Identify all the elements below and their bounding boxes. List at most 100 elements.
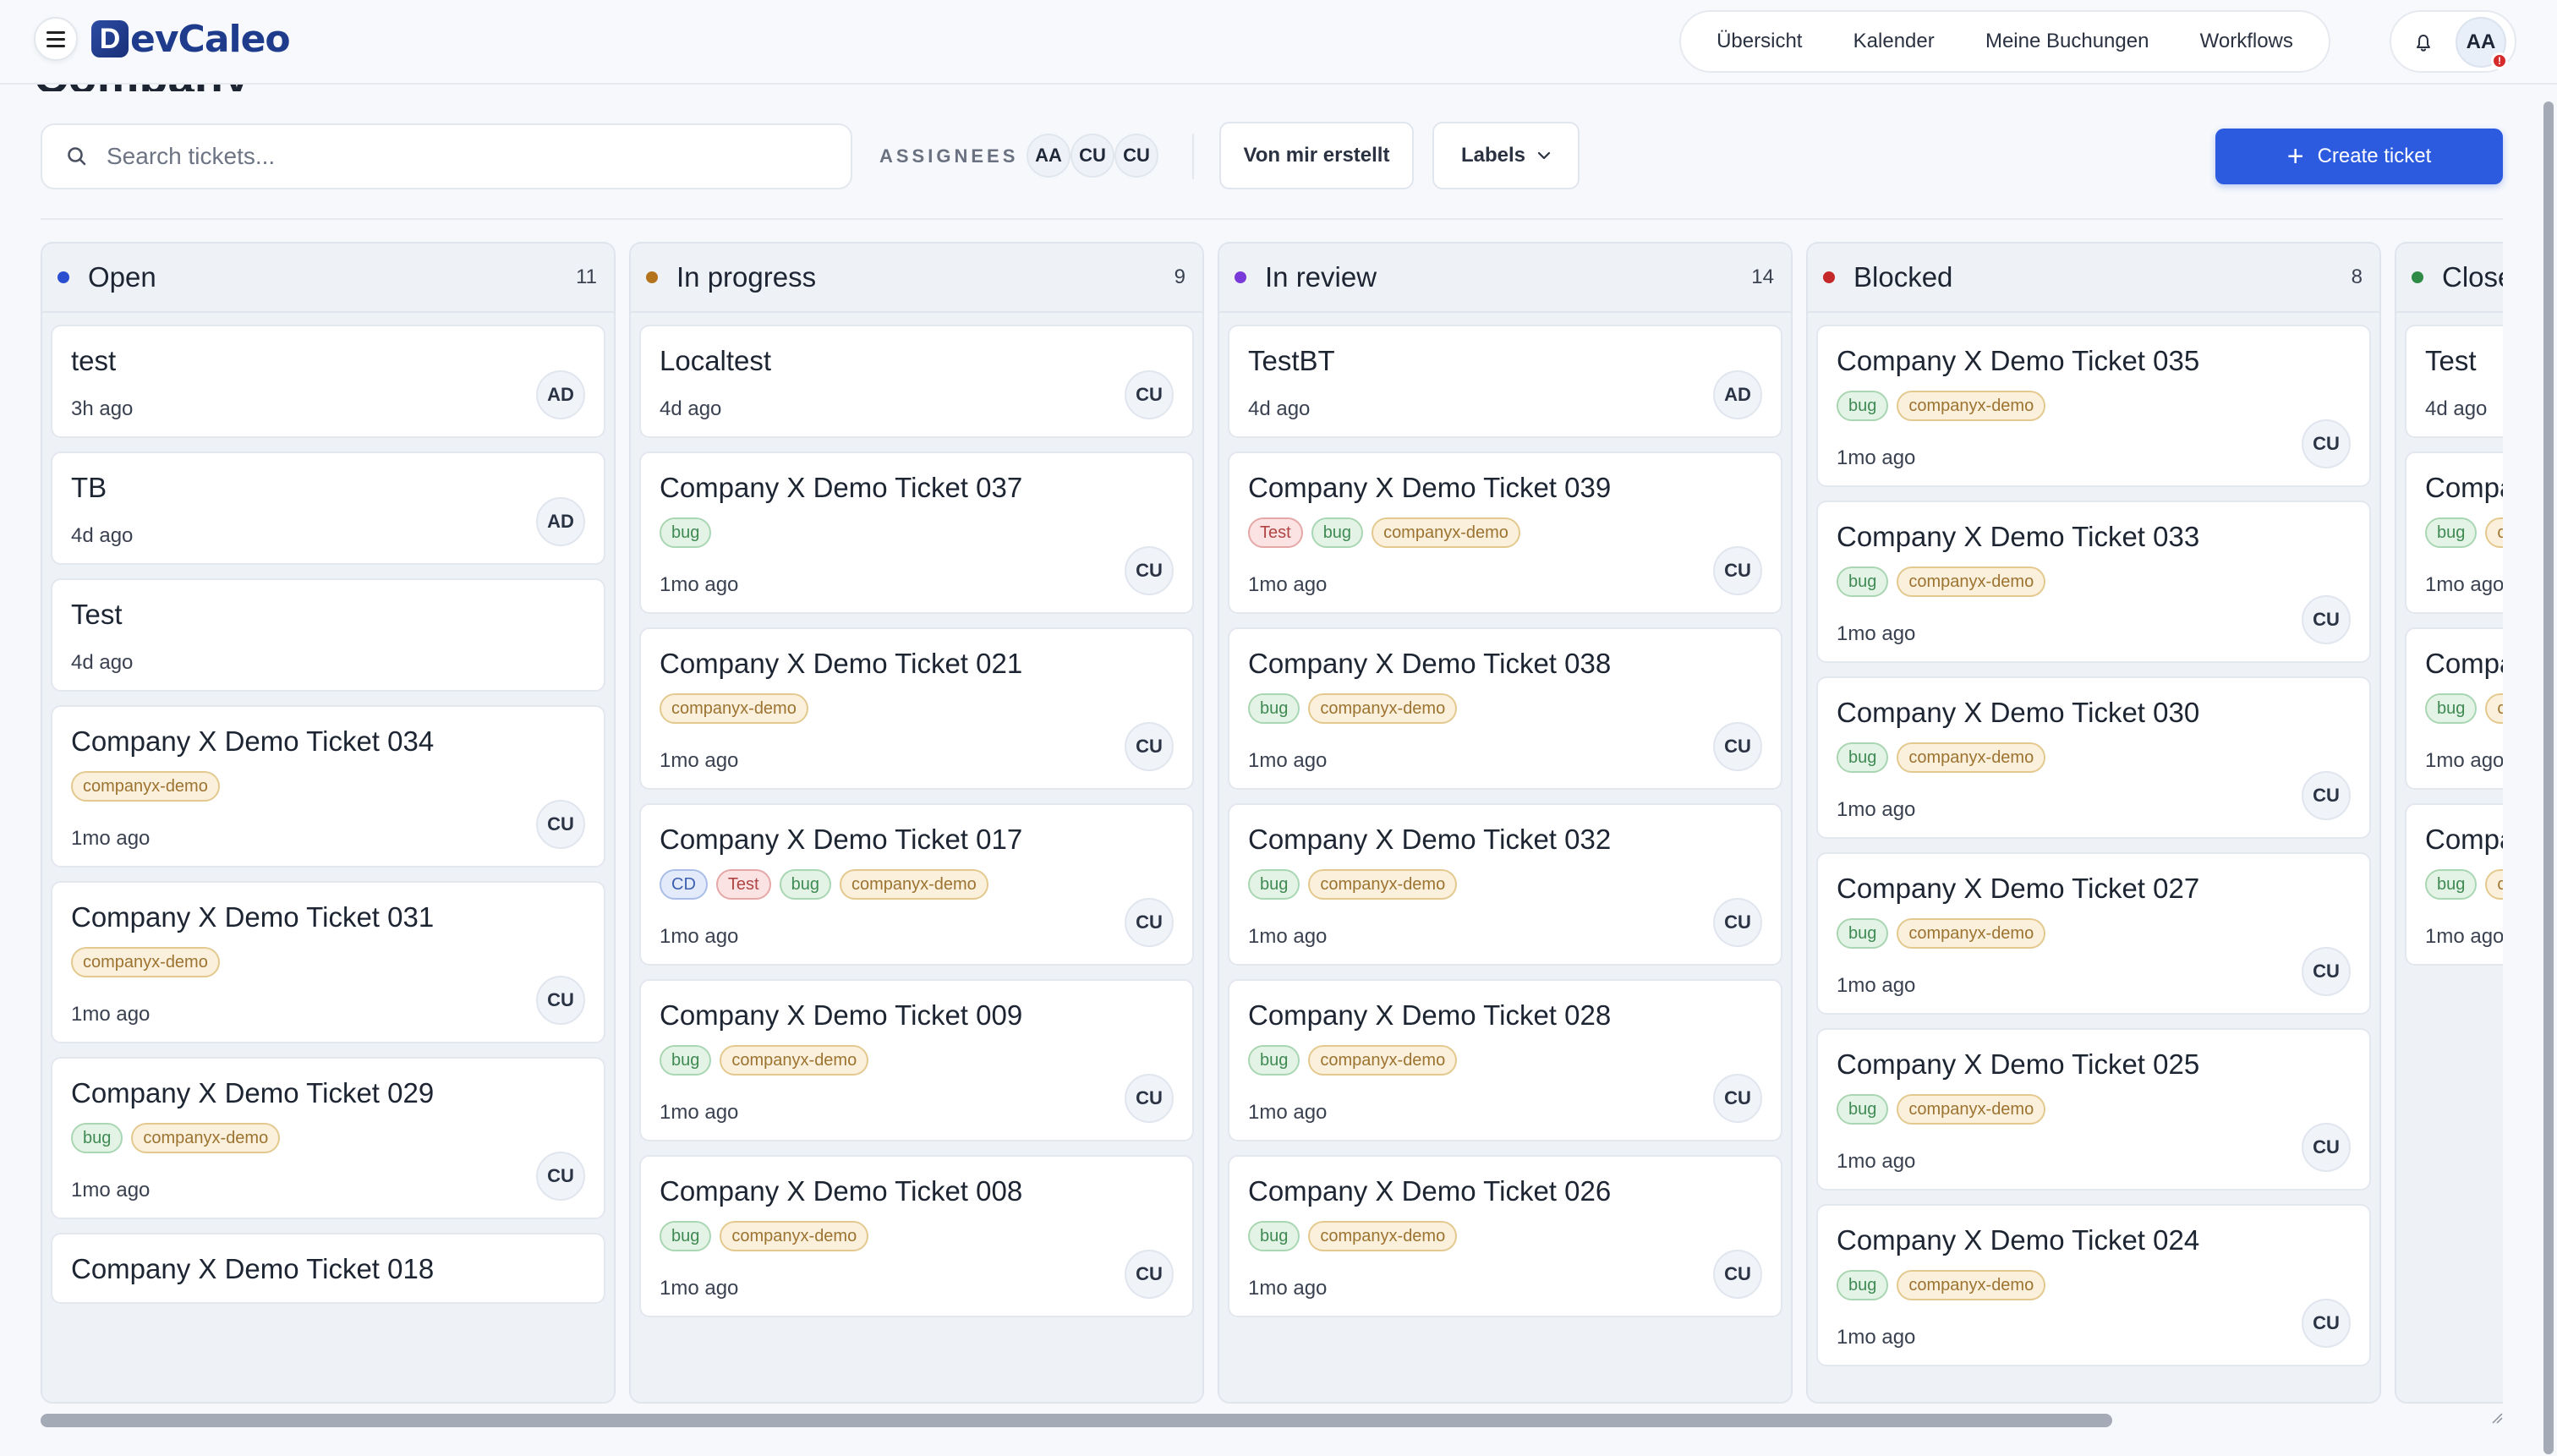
ticket-card[interactable]: Company X Demo Ticket bug companyx-demo 1mo… — [2405, 627, 2503, 790]
nav-item-workflows[interactable]: Workflows — [2187, 21, 2307, 62]
ticket-title: TB — [71, 472, 107, 503]
ticket-time: 1mo ago — [1248, 1101, 1328, 1124]
ticket-card[interactable]: Company X Demo Ticket 018 — [51, 1233, 605, 1304]
ticket-card[interactable]: Company X Demo Ticket 035 bug companyx-dem… — [1816, 325, 2371, 487]
assignee-avatar[interactable]: CU — [536, 1152, 585, 1201]
assignee-avatar[interactable]: CU — [1713, 1250, 1762, 1299]
ticket-time: 1mo ago — [1248, 925, 1328, 948]
assignee-avatar[interactable]: AD — [536, 370, 585, 419]
ticket-title: Company X Demo Ticket 017 — [660, 824, 1023, 855]
ticket-card[interactable]: Company X Demo Ticket 021 companyx-demo 1m… — [639, 627, 1194, 790]
nav-item-meine-buchungen[interactable]: Meine Buchungen — [1972, 21, 2162, 62]
ticket-card[interactable]: Company X Demo Ticket 031 companyx-demo 1m… — [51, 881, 605, 1043]
resize-grip-icon[interactable] — [2489, 1410, 2503, 1424]
ticket-card[interactable]: Company X Demo Ticket 033 bug companyx-dem… — [1816, 501, 2371, 663]
ticket-card[interactable]: Company X Demo Ticket 009 bug companyx-dem… — [639, 979, 1194, 1141]
search-input[interactable] — [107, 143, 800, 170]
assignees-label: ASSIGNEES — [879, 145, 1019, 167]
create-ticket-label: Create ticket — [2317, 145, 2432, 167]
ticket-card[interactable]: Company X Demo Ticket 039 Test bug companyx… — [1228, 452, 1782, 614]
create-ticket-button[interactable]: + Create ticket — [2215, 129, 2503, 184]
ticket-title: Company X Demo Ticket — [2425, 648, 2503, 679]
assignee-avatar[interactable]: CU — [1125, 546, 1174, 595]
assignee-avatar[interactable]: CU — [536, 976, 585, 1025]
label-tag: bug — [1248, 693, 1300, 724]
ticket-card[interactable]: Company X Demo Ticket 017 CD Test bug compan… — [639, 803, 1194, 966]
assignee-filter-cu[interactable]: CU — [1070, 134, 1114, 178]
ticket-title: Company X Demo Ticket 035 — [1837, 345, 2200, 376]
assignee-avatar[interactable]: CU — [2302, 595, 2351, 644]
ticket-title: Company X Demo Ticket 009 — [660, 999, 1023, 1031]
ticket-card[interactable]: Company X Demo Ticket 024 bug companyx-dem… — [1816, 1204, 2371, 1366]
column-body: Localtest 4d ago CU Company X Demo Ticket 0… — [631, 313, 1202, 1317]
ticket-time: 1mo ago — [660, 925, 739, 948]
status-dot-icon — [646, 271, 658, 283]
assignee-avatar[interactable]: CU — [1125, 898, 1174, 947]
ticket-time: 1mo ago — [2425, 749, 2503, 772]
assignee-avatar[interactable]: CU — [2302, 1123, 2351, 1172]
ticket-time: 1mo ago — [660, 1277, 739, 1300]
ticket-labels: CD Test bug companyx-demo — [660, 869, 1174, 900]
assignee-avatar[interactable]: CU — [1125, 1250, 1174, 1299]
ticket-card[interactable]: test 3h ago AD — [51, 325, 605, 438]
ticket-card[interactable]: Company X Demo Ticket 028 bug companyx-dem… — [1228, 979, 1782, 1141]
assignee-avatar[interactable]: AD — [1713, 370, 1762, 419]
ticket-card[interactable]: Company X Demo Ticket 027 bug companyx-dem… — [1816, 852, 2371, 1015]
labels-dropdown[interactable]: Labels — [1432, 122, 1580, 189]
nav-item-kalender[interactable]: Kalender — [1840, 21, 1948, 62]
assignee-avatar[interactable]: AD — [536, 497, 585, 546]
ticket-labels: bug companyx-demo — [2425, 517, 2503, 548]
ticket-card[interactable]: Company X Demo Ticket 032 bug companyx-dem… — [1228, 803, 1782, 966]
horizontal-scrollbar[interactable] — [41, 1414, 2503, 1427]
assignee-avatar[interactable]: CU — [2302, 419, 2351, 468]
assignee-avatar[interactable]: CU — [1713, 898, 1762, 947]
ticket-time: 1mo ago — [71, 1003, 151, 1026]
assignee-filter-cu-2[interactable]: CU — [1114, 134, 1158, 178]
label-tag: companyx-demo — [660, 693, 808, 724]
ticket-title: Localtest — [660, 345, 772, 376]
horizontal-scroll-thumb[interactable] — [41, 1414, 2112, 1427]
ticket-card[interactable]: TB 4d ago AD — [51, 452, 605, 565]
ticket-card[interactable]: Company X Demo Ticket bug companyx-demo 1mo… — [2405, 803, 2503, 966]
assignee-avatar[interactable]: CU — [1713, 1074, 1762, 1123]
ticket-labels: bug companyx-demo — [660, 1221, 1174, 1251]
ticket-card[interactable]: Company X Demo Ticket 037 bug 1mo ago CU — [639, 452, 1194, 614]
created-by-me-button[interactable]: Von mir erstellt — [1219, 122, 1414, 189]
label-tag: companyx-demo — [1897, 1094, 2046, 1125]
assignee-avatar[interactable]: CU — [2302, 771, 2351, 820]
assignee-filter-aa[interactable]: AA — [1027, 134, 1070, 178]
ticket-title: Company X Demo Ticket 038 — [1248, 648, 1612, 679]
ticket-card[interactable]: Company X Demo Ticket bug companyx-demo 1mo… — [2405, 452, 2503, 614]
ticket-card[interactable]: Company X Demo Ticket 026 bug companyx-dem… — [1228, 1155, 1782, 1317]
ticket-card[interactable]: Test 4d ago — [2405, 325, 2503, 438]
label-tag: Test — [1248, 517, 1303, 548]
assignee-avatar[interactable]: CU — [1125, 1074, 1174, 1123]
assignee-avatar[interactable]: CU — [2302, 1299, 2351, 1348]
ticket-card[interactable]: Company X Demo Ticket 034 companyx-demo 1m… — [51, 705, 605, 868]
bell-icon[interactable] — [2417, 34, 2430, 52]
menu-button[interactable] — [34, 17, 78, 61]
app-logo[interactable]: D evCaleo — [91, 15, 291, 63]
assignee-avatar[interactable]: CU — [536, 800, 585, 849]
assignee-avatar[interactable]: CU — [1125, 722, 1174, 771]
ticket-time: 1mo ago — [1837, 622, 1916, 645]
assignee-avatar[interactable]: CU — [2302, 947, 2351, 996]
ticket-labels: Test bug companyx-demo — [1248, 517, 1762, 548]
column-body: Test 4d ago Company X Demo Ticket bug compan… — [2396, 313, 2503, 966]
ticket-card[interactable]: Localtest 4d ago CU — [639, 325, 1194, 438]
ticket-card[interactable]: Test 4d ago — [51, 578, 605, 692]
assignee-avatar[interactable]: CU — [1713, 546, 1762, 595]
vertical-scroll-thumb[interactable] — [2543, 101, 2554, 1454]
ticket-card[interactable]: Company X Demo Ticket 025 bug companyx-dem… — [1816, 1028, 2371, 1191]
ticket-card[interactable]: Company X Demo Ticket 029 bug companyx-dem… — [51, 1057, 605, 1219]
user-avatar[interactable]: AA ! — [2456, 17, 2508, 69]
assignee-avatar[interactable]: CU — [1125, 370, 1174, 419]
ticket-time: 4d ago — [71, 651, 134, 674]
column-blocked: Blocked 8 Company X Demo Ticket 035 bug comp… — [1806, 242, 2381, 1404]
ticket-card[interactable]: Company X Demo Ticket 038 bug companyx-dem… — [1228, 627, 1782, 790]
ticket-card[interactable]: Company X Demo Ticket 030 bug companyx-dem… — [1816, 676, 2371, 839]
assignee-avatar[interactable]: CU — [1713, 722, 1762, 771]
ticket-card[interactable]: TestBT 4d ago AD — [1228, 325, 1782, 438]
ticket-card[interactable]: Company X Demo Ticket 008 bug companyx-dem… — [639, 1155, 1194, 1317]
nav-item-uebersicht[interactable]: Übersicht — [1703, 21, 1815, 62]
